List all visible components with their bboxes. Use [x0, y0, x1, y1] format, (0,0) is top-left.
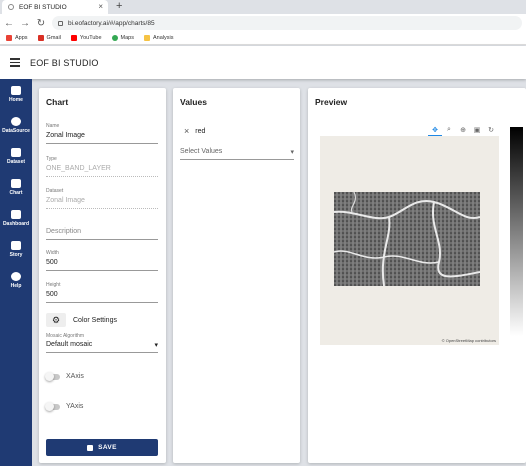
save-button[interactable]: SAVE [46, 439, 158, 456]
sidebar-item-home[interactable]: Home [0, 79, 32, 110]
help-icon [11, 272, 21, 281]
pinch-zoom-icon[interactable]: ⊕ [456, 124, 470, 136]
back-icon[interactable]: ← [2, 18, 16, 29]
sidebar: Home DataSource Dataset Chart Dashboard … [0, 79, 32, 466]
new-tab-button[interactable]: + [116, 0, 122, 12]
bar-chart-icon [11, 179, 21, 188]
close-tab-icon[interactable]: × [98, 2, 103, 11]
yaxis-toggle[interactable] [45, 401, 60, 411]
sidebar-item-datasource[interactable]: DataSource [0, 110, 32, 141]
height-field[interactable]: Height 500 [46, 282, 158, 303]
dataset-input: Zonal Image [46, 197, 158, 209]
bookmark-youtube[interactable]: YouTube [70, 35, 102, 41]
bookmark-gmail[interactable]: Gmail [37, 35, 61, 41]
description-field[interactable]: Description [46, 228, 158, 240]
map-toolbar: ✥ ⌕ ⊕ ▣ ↻ [428, 124, 498, 136]
mosaic-algorithm-select[interactable]: Mosaic Algorithm Default mosaic ▾ [46, 333, 158, 353]
name-input[interactable]: Zonal Image [46, 132, 158, 144]
home-icon [11, 86, 21, 95]
tab-title: EOF BI STUDIO [19, 3, 67, 11]
description-input[interactable]: Description [46, 228, 158, 240]
chart-settings-panel: Chart Name Zonal Image Type ONE_BAND_LAY… [39, 88, 166, 463]
bookmark-analysis[interactable]: Analysis [144, 35, 173, 41]
reload-icon[interactable]: ↻ [34, 18, 48, 29]
width-input[interactable]: 500 [46, 259, 158, 271]
lock-icon [58, 20, 63, 26]
monitor-icon [11, 210, 21, 219]
sidebar-item-chart[interactable]: Chart [0, 172, 32, 203]
chevron-down-icon: ▾ [290, 149, 294, 156]
browser-tabstrip: EOF BI STUDIO × + [0, 0, 526, 14]
width-field[interactable]: Width 500 [46, 250, 158, 271]
values-panel: Values × red Select Values ▾ [173, 88, 300, 463]
map-attribution[interactable]: © OpenStreetMap contributors [442, 338, 496, 343]
xaxis-label: XAxis [66, 373, 84, 380]
yaxis-toggle-row[interactable]: YAxis [45, 401, 84, 411]
xaxis-toggle-row[interactable]: XAxis [45, 371, 84, 381]
tv-icon [11, 241, 21, 250]
chart-panel-title: Chart [46, 97, 69, 107]
globe-icon [8, 4, 14, 10]
zoom-box-icon[interactable]: ⌕ [442, 124, 456, 136]
dataset-field: Dataset Zonal Image [46, 188, 158, 209]
folder-icon [144, 35, 150, 41]
preview-panel: Preview ✥ ⌕ ⊕ ▣ ↻ © OpenStreetMap contri… [308, 88, 526, 463]
xaxis-toggle[interactable] [45, 371, 60, 381]
yaxis-label: YAxis [66, 403, 84, 410]
menu-icon[interactable] [10, 56, 20, 69]
browser-toolbar: ← → ↻ bi.eofactory.ai/#/app/charts/85 [0, 14, 526, 32]
sidebar-item-dataset[interactable]: Dataset [0, 141, 32, 172]
pan-icon[interactable]: ✥ [428, 124, 442, 136]
address-bar[interactable]: bi.eofactory.ai/#/app/charts/85 [52, 16, 522, 30]
apps-grid-icon [6, 35, 12, 41]
color-settings-label: Color Settings [73, 316, 117, 324]
sidebar-item-help[interactable]: Help [0, 265, 32, 296]
forward-icon[interactable]: → [18, 18, 32, 29]
remove-value-icon[interactable]: × [184, 126, 189, 136]
sidebar-item-story[interactable]: Story [0, 234, 32, 265]
type-field: Type ONE_BAND_LAYER [46, 156, 158, 177]
database-icon [11, 117, 21, 126]
map-view[interactable]: © OpenStreetMap contributors [320, 136, 499, 345]
maps-pin-icon [111, 35, 118, 41]
mosaic-value: Default mosaic [46, 341, 93, 348]
dataset-icon [11, 148, 21, 157]
gear-icon[interactable]: ⚙ [46, 313, 66, 327]
preview-panel-title: Preview [315, 97, 348, 107]
save-icon [87, 444, 94, 451]
select-values-dropdown[interactable]: Select Values ▾ [180, 148, 294, 160]
value-chip: × red [184, 126, 205, 136]
gmail-icon [37, 35, 44, 41]
save-image-icon[interactable]: ▣ [470, 124, 484, 136]
values-panel-title: Values [180, 97, 207, 107]
name-field[interactable]: Name Zonal Image [46, 123, 158, 144]
chevron-down-icon: ▾ [154, 342, 158, 349]
color-legend-bar [510, 127, 523, 336]
bookmarks-bar: Apps Gmail YouTube Maps Analysis [0, 32, 526, 45]
reset-icon[interactable]: ↻ [484, 124, 498, 136]
youtube-icon [70, 35, 77, 41]
raster-image [334, 192, 480, 286]
app-title: EOF BI STUDIO [30, 57, 99, 68]
bookmark-maps[interactable]: Maps [111, 35, 134, 41]
height-input[interactable]: 500 [46, 291, 158, 303]
chip-label: red [195, 127, 206, 135]
color-settings-row[interactable]: ⚙ Color Settings [46, 313, 117, 327]
bookmark-apps[interactable]: Apps [6, 35, 28, 41]
browser-tab[interactable]: EOF BI STUDIO × [2, 0, 108, 14]
app-header: EOF BI STUDIO [0, 46, 526, 79]
type-input: ONE_BAND_LAYER [46, 165, 158, 177]
sidebar-item-dashboard[interactable]: Dashboard [0, 203, 32, 234]
url-text: bi.eofactory.ai/#/app/charts/85 [68, 19, 155, 27]
